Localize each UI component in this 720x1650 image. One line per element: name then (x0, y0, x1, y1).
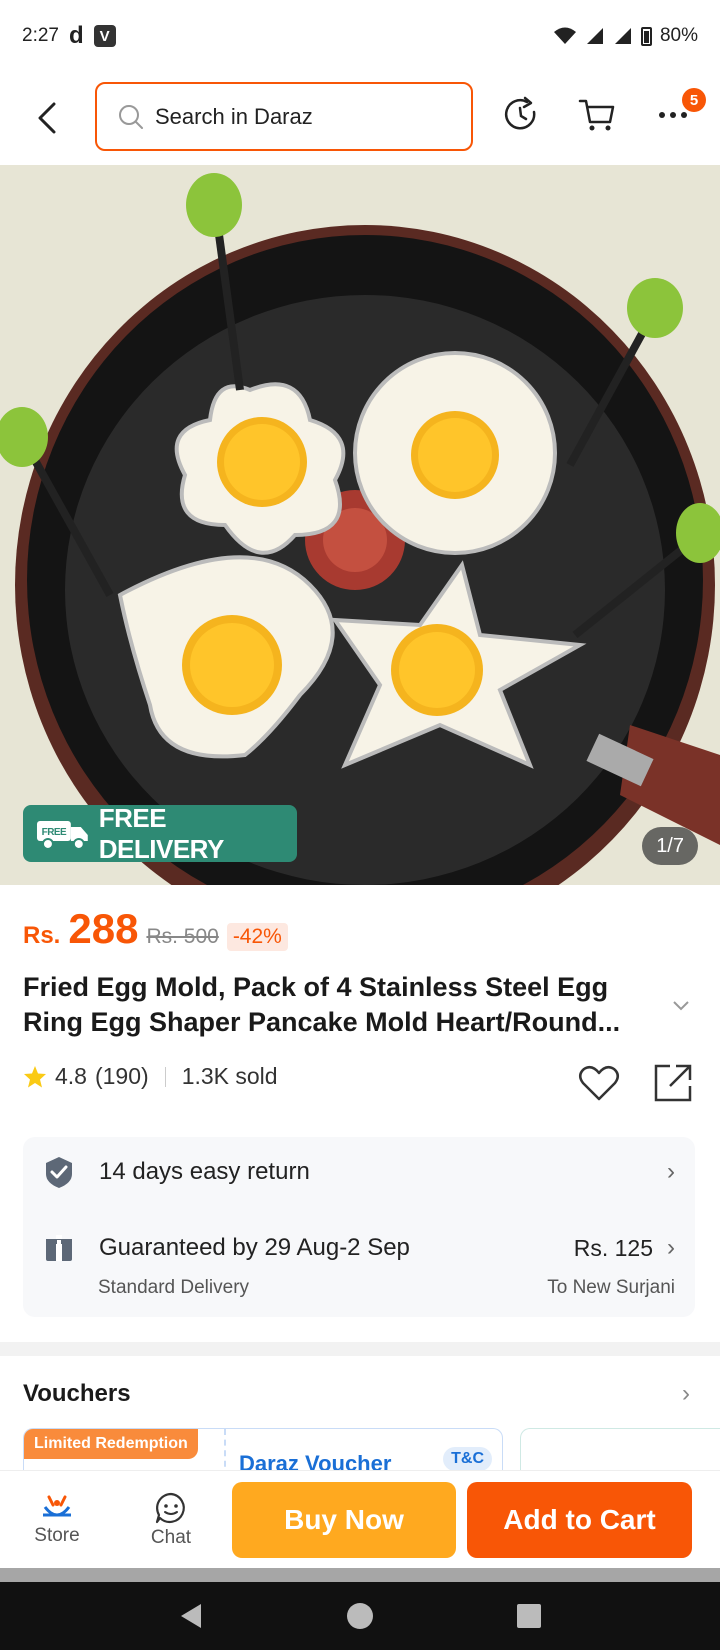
package-icon (46, 1235, 72, 1261)
more-dots-icon (659, 112, 687, 118)
gesture-strip (0, 1568, 720, 1582)
star-icon (24, 1065, 46, 1087)
add-to-cart-button[interactable]: Add to Cart (467, 1482, 692, 1558)
bottom-action-bar: Store Chat Buy Now Add to Cart (0, 1470, 720, 1568)
recents-square-icon[interactable] (515, 1602, 543, 1630)
egg-mold-illustration (0, 165, 720, 885)
current-price: 288 (68, 905, 139, 952)
chat-label: Chat (150, 1526, 192, 1548)
buy-now-button[interactable]: Buy Now (232, 1482, 456, 1558)
share-icon (654, 1064, 692, 1102)
terms-button[interactable]: T&C (443, 1447, 492, 1471)
signal-icon (586, 28, 603, 44)
limited-redemption-badge: Limited Redemption (24, 1429, 198, 1459)
status-time: 2:27 (22, 25, 59, 46)
service-info-card: 14 days easy return › Guaranteed by 29 A… (23, 1137, 695, 1317)
review-count: (190) (94, 1063, 149, 1089)
chevron-right-icon: › (667, 1234, 675, 1261)
chat-button[interactable]: Chat (114, 1491, 228, 1549)
return-policy-row[interactable]: 14 days easy return › (43, 1155, 675, 1189)
heart-icon (579, 1065, 619, 1101)
delivery-type: Standard Delivery (98, 1277, 250, 1298)
delivery-details: Standard Delivery To New Surjani (98, 1277, 675, 1299)
chevron-right-icon: › (667, 1158, 675, 1185)
chevron-down-icon[interactable] (672, 1000, 690, 1012)
discount-badge: -42% (226, 923, 288, 951)
free-delivery-badge: FREE FREE DELIVERY (23, 802, 297, 864)
search-icon (119, 104, 143, 129)
cart-button[interactable] (572, 90, 622, 140)
delivery-guarantee-text: Guaranteed by 29 Aug-2 Sep (99, 1234, 410, 1261)
rating-value: 4.8 (55, 1063, 87, 1089)
chevron-right-icon[interactable]: › (682, 1380, 690, 1408)
wifi-icon (553, 27, 576, 44)
image-counter: 1/7 (642, 827, 698, 865)
store-button[interactable]: Store (0, 1493, 114, 1547)
shield-check-icon (46, 1157, 72, 1188)
rating-row[interactable]: 4.8 (190) 1.3K sold (23, 1063, 278, 1090)
section-divider (0, 1342, 720, 1356)
shipping-price: Rs. 125 (573, 1234, 653, 1261)
home-circle-icon[interactable] (345, 1601, 375, 1631)
store-label: Store (34, 1524, 80, 1546)
delivery-destination: To New Surjani (547, 1277, 675, 1298)
delivery-truck-icon: FREE (36, 820, 88, 850)
delivery-row[interactable]: Guaranteed by 29 Aug-2 Sep Rs. 125 › (43, 1232, 675, 1264)
refresh-icon (504, 96, 536, 130)
sold-count: 1.3K sold (181, 1063, 278, 1089)
header: Search in Daraz 5 (0, 72, 720, 164)
back-arrow-icon (38, 102, 56, 134)
free-tag-text: FREE (42, 826, 67, 837)
return-policy-text: 14 days easy return (99, 1158, 310, 1185)
price-row: Rs. 288 Rs. 500 -42% (23, 905, 288, 953)
battery-level: 80% (659, 25, 698, 46)
share-button[interactable] (650, 1060, 696, 1106)
chat-icon (155, 1492, 185, 1523)
v-icon: V (93, 25, 116, 47)
search-placeholder: Search in Daraz (155, 103, 313, 129)
original-price: Rs. 500 (146, 925, 219, 948)
vouchers-heading[interactable]: Vouchers (23, 1380, 131, 1408)
d-icon: d (68, 22, 84, 49)
product-title[interactable]: Fried Egg Mold, Pack of 4 Stainless Stee… (23, 970, 663, 1040)
store-icon (43, 1495, 71, 1516)
wishlist-button[interactable] (576, 1060, 622, 1106)
status-bar: 2:27 d V 80% (0, 0, 720, 72)
search-input[interactable]: Search in Daraz (95, 82, 473, 151)
currency-label: Rs. (23, 922, 61, 949)
product-image[interactable]: FREE FREE DELIVERY 1/7 (0, 165, 720, 885)
battery-icon (640, 26, 652, 46)
back-triangle-icon[interactable] (177, 1601, 205, 1631)
system-navigation-bar (0, 1582, 720, 1650)
separator (164, 1066, 166, 1087)
cart-icon (578, 99, 615, 131)
history-button[interactable] (496, 90, 546, 140)
signal-icon-2 (614, 28, 631, 44)
menu-notification-badge: 5 (682, 88, 706, 112)
free-delivery-label: FREE DELIVERY (98, 802, 225, 864)
back-button[interactable] (22, 93, 72, 143)
